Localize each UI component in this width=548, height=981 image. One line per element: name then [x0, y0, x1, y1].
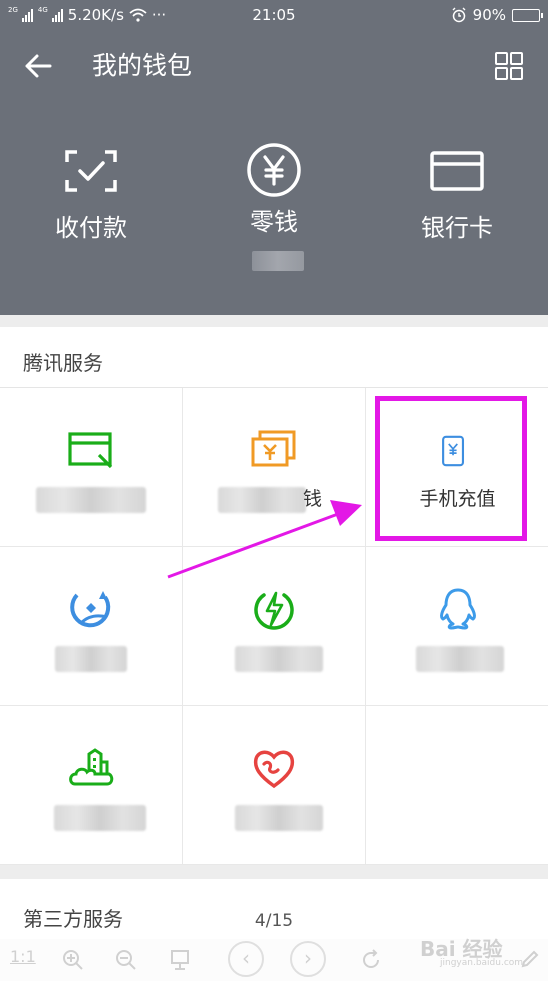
service-item[interactable]: [183, 706, 366, 865]
battery-icon: [512, 8, 543, 22]
service-item[interactable]: [366, 547, 548, 706]
bolt-green-icon: [254, 591, 294, 630]
section-header: 腾讯服务: [0, 327, 548, 387]
arrow-left-icon[interactable]: [22, 50, 54, 82]
service-item[interactable]: [183, 547, 366, 706]
section-title: 腾讯服务: [23, 351, 103, 375]
page-counter: 4/15: [254, 911, 294, 931]
quick-action-label: 银行卡: [421, 214, 493, 242]
service-item[interactable]: 钱: [183, 388, 366, 547]
credit-card-green-icon: [68, 432, 113, 469]
redacted-balance: [252, 251, 304, 271]
presentation-icon[interactable]: [170, 949, 190, 971]
quick-action-label: 收付款: [55, 214, 127, 242]
rotate-icon[interactable]: [360, 949, 382, 971]
zoom-in-icon[interactable]: [62, 949, 84, 971]
service-item[interactable]: [0, 388, 183, 547]
alarm-icon: [452, 7, 466, 23]
heart-charity-icon: [253, 750, 295, 789]
qq-icon: [439, 588, 476, 630]
city-cloud-icon: [69, 748, 114, 786]
grid-icon[interactable]: [494, 51, 524, 81]
quick-action-balance[interactable]: 零钱: [183, 143, 365, 237]
service-item[interactable]: [0, 706, 183, 865]
redacted-label: [235, 805, 323, 831]
watermark: Bai 经验 jingyan.baidu.com: [420, 933, 523, 968]
scan-pay-icon: [65, 150, 117, 192]
status-bar: 2G 4G 5.20K/s ··· 21:05 90%: [0, 0, 548, 30]
watermark-subtext: jingyan.baidu.com: [440, 958, 524, 968]
yuan-circle-icon: [247, 143, 301, 197]
quick-action-bank-card[interactable]: 银行卡: [366, 148, 548, 243]
previous-page-button[interactable]: ‹: [228, 941, 264, 977]
page-title: 我的钱包: [92, 51, 193, 80]
redacted-label: [218, 487, 306, 513]
highlight-box: [375, 396, 527, 541]
zoom-reset-button[interactable]: 1:1: [10, 947, 36, 966]
next-page-button[interactable]: ›: [290, 941, 326, 977]
redacted-label: [54, 805, 146, 831]
redacted-label: [36, 487, 146, 513]
finance-blue-icon: [70, 591, 111, 628]
wallet-header: 我的钱包 收付款 零钱 银行卡: [0, 30, 548, 315]
bank-card-icon: [430, 151, 484, 191]
zoom-out-icon[interactable]: [115, 949, 137, 971]
redacted-label: [235, 646, 323, 672]
empty-cell: [366, 706, 548, 865]
redacted-label: [55, 646, 127, 672]
wealth-orange-icon: [251, 430, 296, 467]
quick-action-pay[interactable]: 收付款: [0, 148, 182, 243]
battery-percent: 90%: [472, 6, 506, 24]
redacted-label: [416, 646, 504, 672]
service-label: 钱: [303, 488, 323, 510]
service-item[interactable]: [0, 547, 183, 706]
quick-action-label: 零钱: [250, 208, 298, 236]
